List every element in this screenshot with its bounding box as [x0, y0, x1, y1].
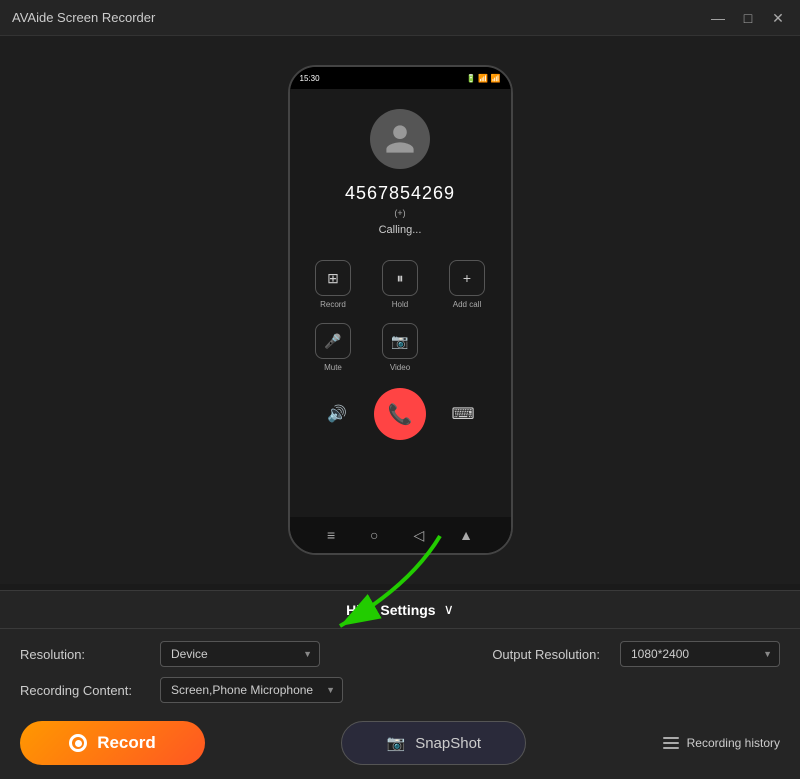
hide-settings-label: Hide Settings — [346, 602, 435, 618]
settings-panel: Hide Settings ∨ Resolution: Device Custo… — [0, 590, 800, 779]
call-bottom-controls: 🔊 📞 ⌨ — [300, 388, 501, 440]
main-content: 15:30 🔋 📶 📶 4567854269 (+) Calling... ⊞ — [0, 36, 800, 584]
recording-content-select[interactable]: Screen,Phone Microphone Screen Only Scre… — [160, 677, 343, 703]
call-action-add: + Add call — [434, 260, 501, 309]
phone-call-screen: 4567854269 (+) Calling... ⊞ Record ⏸ Hol… — [290, 89, 511, 517]
record-action-button[interactable]: ⊞ — [315, 260, 351, 296]
maximize-button[interactable]: □ — [738, 8, 758, 28]
snapshot-button[interactable]: 📷 SnapShot — [341, 721, 526, 765]
record-label: Record — [97, 733, 156, 753]
minimize-button[interactable]: — — [708, 8, 728, 28]
resolution-label: Resolution: — [20, 647, 150, 662]
nav-apps-icon[interactable]: ▲ — [459, 527, 473, 543]
window-controls: — □ ✕ — [708, 8, 788, 28]
resolution-row: Resolution: Device Custom Output Resolut… — [20, 641, 780, 667]
recording-content-row: Recording Content: Screen,Phone Micropho… — [20, 677, 780, 703]
hold-action-button[interactable]: ⏸ — [382, 260, 418, 296]
output-resolution-select[interactable]: 1080*2400 720*1280 540*960 — [620, 641, 780, 667]
record-action-label: Record — [320, 300, 346, 309]
nav-menu-icon[interactable]: ≡ — [327, 527, 335, 543]
caller-id: (+) — [394, 208, 405, 218]
call-action-hold: ⏸ Hold — [367, 260, 434, 309]
recording-history[interactable]: Recording history — [663, 736, 780, 750]
settings-rows: Resolution: Device Custom Output Resolut… — [0, 629, 800, 713]
record-dot-inner — [75, 740, 82, 747]
recording-content-select-wrapper: Screen,Phone Microphone Screen Only Scre… — [160, 677, 343, 703]
output-resolution-label: Output Resolution: — [492, 647, 600, 662]
call-action-record: ⊞ Record — [300, 260, 367, 309]
speaker-button[interactable]: 🔊 — [319, 396, 355, 432]
status-time: 15:30 — [300, 74, 320, 83]
resolution-select-wrapper: Device Custom — [160, 641, 320, 667]
person-icon — [383, 122, 417, 156]
output-resolution-select-wrapper: 1080*2400 720*1280 540*960 — [620, 641, 780, 667]
recording-history-label: Recording history — [687, 736, 780, 750]
add-call-label: Add call — [453, 300, 481, 309]
camera-icon: 📷 — [387, 734, 406, 752]
app-title: AVAide Screen Recorder — [12, 10, 155, 25]
add-call-button[interactable]: + — [449, 260, 485, 296]
nav-home-icon[interactable]: ○ — [370, 527, 378, 543]
call-action-video: 📷 Video — [367, 323, 434, 372]
chevron-down-icon: ∨ — [444, 601, 454, 618]
snapshot-label: SnapShot — [415, 735, 481, 752]
video-button[interactable]: 📷 — [382, 323, 418, 359]
recording-content-label: Recording Content: — [20, 683, 150, 698]
record-dot-icon — [69, 734, 87, 752]
close-button[interactable]: ✕ — [768, 8, 788, 28]
resolution-select[interactable]: Device Custom — [160, 641, 320, 667]
hide-settings-bar[interactable]: Hide Settings ∨ — [0, 591, 800, 629]
hamburger-icon — [663, 737, 679, 749]
hold-action-label: Hold — [392, 300, 408, 309]
nav-back-icon[interactable]: ◁ — [413, 527, 424, 544]
phone-status-bar: 15:30 🔋 📶 📶 — [290, 67, 511, 89]
title-bar: AVAide Screen Recorder — □ ✕ — [0, 0, 800, 36]
call-action-mute: 🎤 Mute — [300, 323, 367, 372]
phone-nav-bar: ≡ ○ ◁ ▲ — [290, 517, 511, 553]
record-button[interactable]: Record — [20, 721, 205, 765]
call-actions-grid: ⊞ Record ⏸ Hold + Add call 🎤 Mute — [300, 260, 501, 372]
phone-mockup: 15:30 🔋 📶 📶 4567854269 (+) Calling... ⊞ — [288, 65, 513, 555]
caller-number: 4567854269 — [345, 183, 455, 204]
end-call-button[interactable]: 📞 — [374, 388, 426, 440]
mute-label: Mute — [324, 363, 342, 372]
action-buttons-row: Record 📷 SnapShot Recording history — [0, 713, 800, 779]
mute-button[interactable]: 🎤 — [315, 323, 351, 359]
keypad-button[interactable]: ⌨ — [445, 396, 481, 432]
status-icons: 🔋 📶 📶 — [466, 74, 500, 83]
calling-text: Calling... — [379, 224, 422, 236]
caller-avatar — [370, 109, 430, 169]
video-label: Video — [390, 363, 410, 372]
